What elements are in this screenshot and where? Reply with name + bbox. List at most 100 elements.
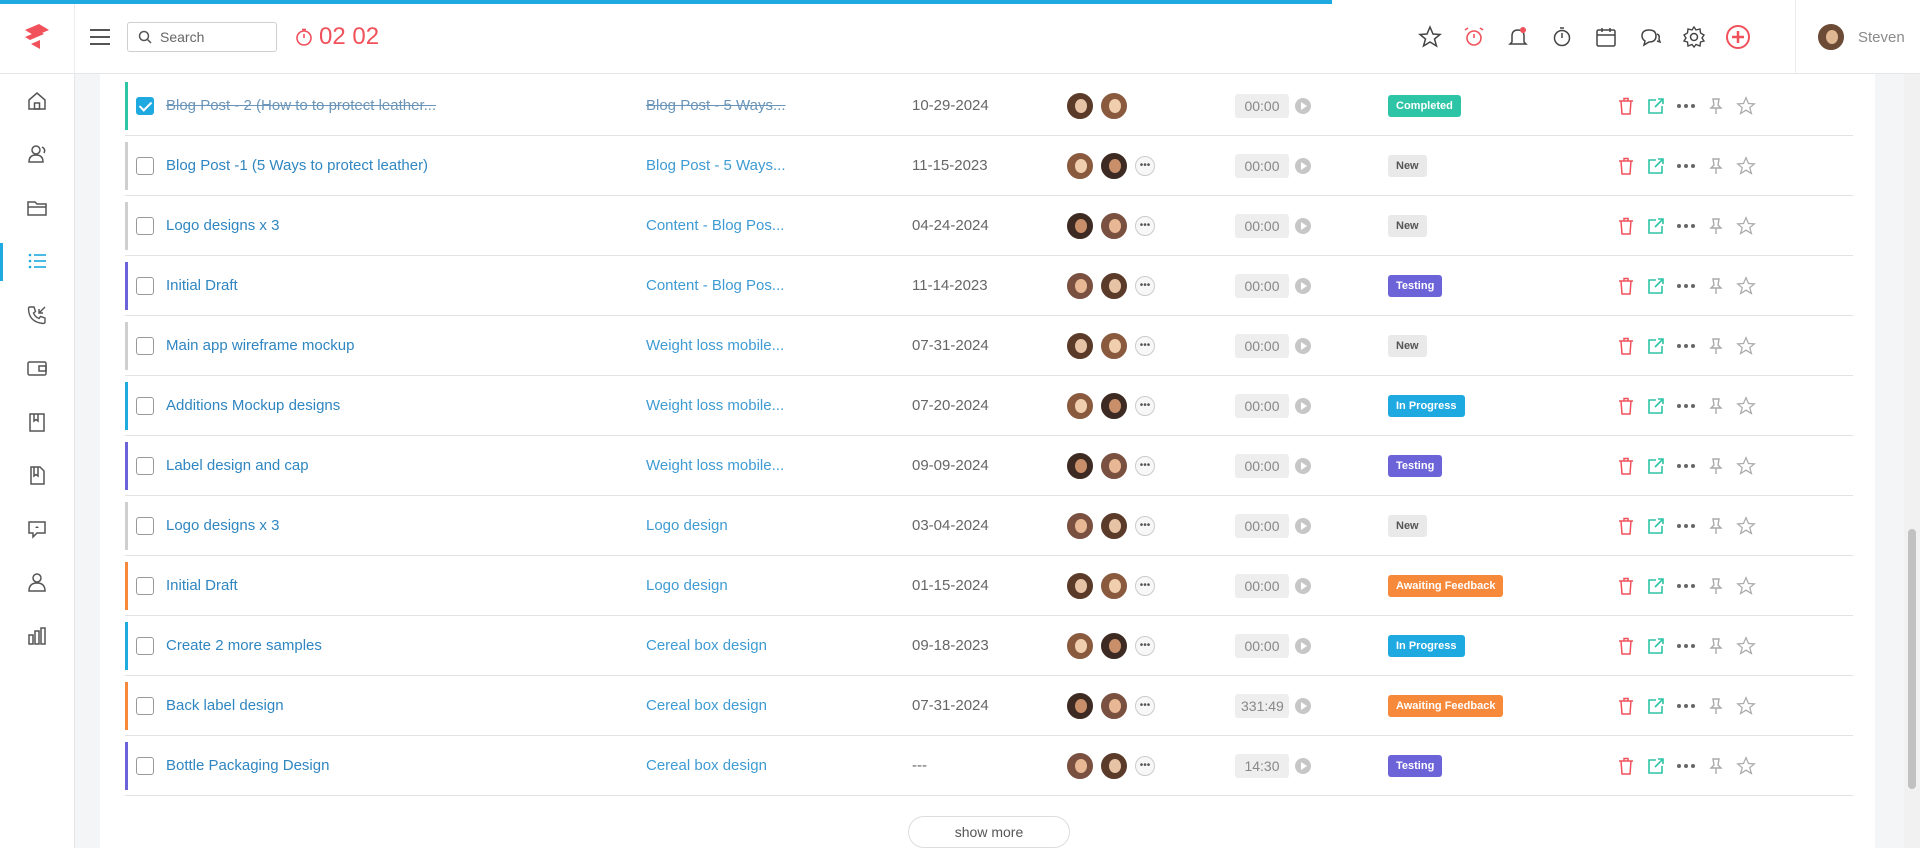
task-row[interactable]: Blog Post -1 (5 Ways to protect leather)…	[125, 136, 1853, 196]
favorite-button[interactable]	[1731, 691, 1761, 721]
favorite-button[interactable]	[1731, 571, 1761, 601]
sidebar-item-knowledge-base[interactable]	[0, 395, 74, 449]
task-checkbox[interactable]	[136, 96, 154, 115]
project-link[interactable]: Content - Blog Pos...	[646, 217, 796, 234]
project-link[interactable]: Logo design	[646, 577, 796, 594]
task-checkbox[interactable]	[136, 576, 154, 595]
avatar[interactable]	[1065, 330, 1095, 361]
favorite-button[interactable]	[1731, 211, 1761, 241]
task-row[interactable]: Label design and cap Weight loss mobile.…	[125, 436, 1853, 496]
delete-button[interactable]	[1611, 151, 1641, 181]
avatar[interactable]	[1099, 750, 1129, 781]
avatar[interactable]	[1099, 390, 1129, 421]
more-options-button[interactable]	[1671, 271, 1701, 301]
task-name-link[interactable]: Create 2 more samples	[166, 637, 466, 654]
status-badge[interactable]: New	[1388, 154, 1427, 177]
task-checkbox[interactable]	[136, 636, 154, 655]
more-assignees-button[interactable]: •••	[1135, 635, 1155, 656]
favorite-button[interactable]	[1731, 91, 1761, 121]
avatar[interactable]	[1065, 150, 1095, 181]
favorite-button[interactable]	[1731, 511, 1761, 541]
avatar[interactable]	[1065, 630, 1095, 661]
sidebar-item-calls[interactable]	[0, 288, 74, 342]
task-row[interactable]: Create 2 more samples Cereal box design …	[125, 616, 1853, 676]
more-assignees-button[interactable]: •••	[1135, 515, 1155, 536]
open-task-button[interactable]	[1641, 91, 1671, 121]
more-assignees-button[interactable]: •••	[1135, 275, 1155, 296]
task-name-link[interactable]: Initial Draft	[166, 277, 466, 294]
task-name-link[interactable]: Logo designs x 3	[166, 217, 466, 234]
status-badge[interactable]: Awaiting Feedback	[1388, 574, 1504, 597]
avatar[interactable]	[1099, 570, 1129, 601]
project-link[interactable]: Cereal box design	[646, 637, 796, 654]
task-row[interactable]: Additions Mockup designs Weight loss mob…	[125, 376, 1853, 436]
more-options-button[interactable]	[1671, 211, 1701, 241]
project-link[interactable]: Weight loss mobile...	[646, 397, 796, 414]
more-options-button[interactable]	[1671, 331, 1701, 361]
avatar[interactable]	[1099, 270, 1129, 301]
delete-button[interactable]	[1611, 331, 1641, 361]
favorite-button[interactable]	[1731, 451, 1761, 481]
pin-button[interactable]	[1701, 151, 1731, 181]
task-row[interactable]: Initial Draft Logo design 01-15-2024 •••…	[125, 556, 1853, 616]
open-task-button[interactable]	[1641, 691, 1671, 721]
project-link[interactable]: Logo design	[646, 517, 796, 534]
more-options-button[interactable]	[1671, 691, 1701, 721]
timesheet-button[interactable]	[1540, 15, 1584, 59]
scrollbar-thumb[interactable]	[1908, 529, 1916, 789]
sidebar-item-wallet[interactable]	[0, 342, 74, 396]
delete-button[interactable]	[1611, 751, 1641, 781]
open-task-button[interactable]	[1641, 451, 1671, 481]
avatar[interactable]	[1065, 270, 1095, 301]
more-options-button[interactable]	[1671, 151, 1701, 181]
favorite-button[interactable]	[1731, 391, 1761, 421]
sidebar-item-tasks[interactable]	[0, 235, 74, 289]
delete-button[interactable]	[1611, 511, 1641, 541]
avatar[interactable]	[1065, 510, 1095, 541]
task-name-link[interactable]: Blog Post -1 (5 Ways to protect leather)	[166, 157, 466, 174]
avatar[interactable]	[1099, 90, 1129, 121]
pin-button[interactable]	[1701, 211, 1731, 241]
play-timer-button[interactable]	[1295, 757, 1311, 774]
status-badge[interactable]: Testing	[1388, 454, 1443, 477]
more-assignees-button[interactable]: •••	[1135, 575, 1155, 596]
task-checkbox[interactable]	[136, 456, 154, 475]
status-badge[interactable]: Completed	[1388, 94, 1461, 117]
task-name-link[interactable]: Back label design	[166, 697, 466, 714]
open-task-button[interactable]	[1641, 331, 1671, 361]
delete-button[interactable]	[1611, 571, 1641, 601]
favorite-button[interactable]	[1731, 151, 1761, 181]
favorite-button[interactable]	[1731, 331, 1761, 361]
delete-button[interactable]	[1611, 91, 1641, 121]
task-name-link[interactable]: Main app wireframe mockup	[166, 337, 466, 354]
play-timer-button[interactable]	[1295, 97, 1311, 114]
more-options-button[interactable]	[1671, 751, 1701, 781]
more-assignees-button[interactable]: •••	[1135, 395, 1155, 416]
task-checkbox[interactable]	[136, 156, 154, 175]
status-badge[interactable]: New	[1388, 214, 1427, 237]
task-checkbox[interactable]	[136, 216, 154, 235]
open-task-button[interactable]	[1641, 571, 1671, 601]
sidebar-item-users[interactable]	[0, 556, 74, 610]
avatar[interactable]	[1065, 450, 1095, 481]
play-timer-button[interactable]	[1295, 577, 1311, 594]
more-assignees-button[interactable]: •••	[1135, 155, 1155, 176]
project-link[interactable]: Weight loss mobile...	[646, 337, 796, 354]
app-logo[interactable]	[0, 0, 75, 74]
play-timer-button[interactable]	[1295, 697, 1311, 714]
avatar[interactable]	[1099, 630, 1129, 661]
play-timer-button[interactable]	[1295, 217, 1311, 234]
reminders-button[interactable]	[1452, 15, 1496, 59]
favorite-button[interactable]	[1731, 631, 1761, 661]
avatar[interactable]	[1065, 750, 1095, 781]
status-badge[interactable]: New	[1388, 514, 1427, 537]
task-checkbox[interactable]	[136, 336, 154, 355]
task-name-link[interactable]: Label design and cap	[166, 457, 466, 474]
delete-button[interactable]	[1611, 451, 1641, 481]
play-timer-button[interactable]	[1295, 157, 1311, 174]
pin-button[interactable]	[1701, 691, 1731, 721]
open-task-button[interactable]	[1641, 211, 1671, 241]
play-timer-button[interactable]	[1295, 277, 1311, 294]
favorites-button[interactable]	[1408, 15, 1452, 59]
pin-button[interactable]	[1701, 511, 1731, 541]
